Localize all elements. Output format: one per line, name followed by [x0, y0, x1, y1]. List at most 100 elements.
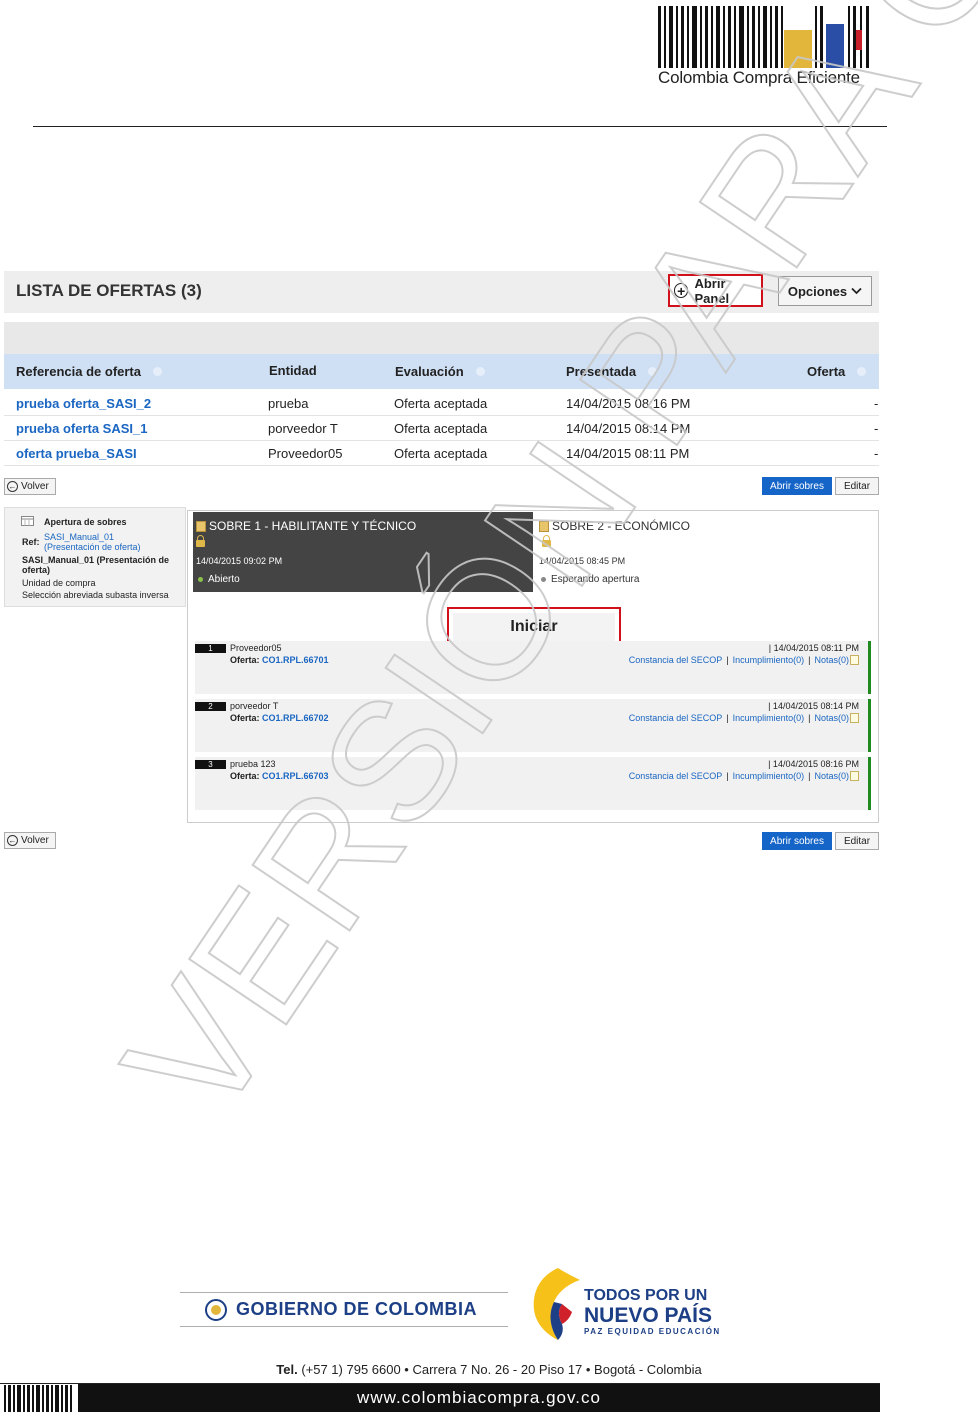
table-row: prueba oferta SASI_1 porveedor T Oferta …	[4, 415, 879, 441]
gobierno-logo: GOBIERNO DE COLOMBIA	[180, 1292, 508, 1327]
status-bar	[868, 641, 871, 694]
column-header-evaluacion[interactable]: Evaluación	[395, 364, 485, 379]
coat-of-arms-icon	[205, 1298, 227, 1321]
table-row: prueba oferta_SASI_2 prueba Oferta acept…	[4, 390, 879, 416]
bidder-name: porveedor T	[230, 701, 279, 711]
plus-circle-icon: +	[674, 283, 689, 298]
ref-label: Ref:	[22, 537, 40, 547]
offer-entity: prueba	[268, 396, 309, 411]
notas-link[interactable]: Notas(0)	[814, 771, 849, 781]
column-header-referencia[interactable]: Referencia de oferta	[16, 364, 162, 379]
envelope-status: Abierto	[208, 574, 240, 585]
offer-entity: porveedor T	[268, 421, 338, 436]
open-envelopes-button[interactable]: Abrir sobres	[762, 477, 832, 495]
notas-link[interactable]: Notas(0)	[814, 713, 849, 723]
status-dot-icon	[541, 577, 546, 582]
lock-icon	[542, 535, 551, 547]
offer-evaluation: Oferta aceptada	[394, 421, 488, 436]
process-reference-card: Apertura de sobres Ref: SASI_Manual_01 (…	[4, 507, 186, 607]
bid-code-link[interactable]: CO1.RPL.66703	[262, 771, 329, 781]
note-icon[interactable]	[850, 713, 859, 723]
edit-button[interactable]: Editar	[835, 477, 879, 495]
offer-entity: Proveedor05	[268, 446, 343, 461]
offer-submitted: 14/04/2015 08:16 PM	[566, 396, 691, 411]
nuevo-pais-emblem-icon	[533, 1268, 580, 1340]
list-item: 1 Proveedor05 Oferta: CO1.RPL.66701 | 14…	[195, 641, 871, 694]
footer-barcode-icon	[4, 1385, 72, 1412]
open-panel-label: Abrir Panel	[694, 275, 730, 306]
back-button[interactable]: ← Volver	[4, 832, 56, 849]
start-button[interactable]: Iniciar	[453, 613, 615, 642]
sort-icon	[857, 367, 867, 376]
constancia-link[interactable]: Constancia del SECOP	[629, 713, 723, 723]
bid-code-link[interactable]: CO1.RPL.66701	[262, 655, 329, 665]
column-header-presentada[interactable]: Presentada	[566, 364, 658, 379]
open-panel-button[interactable]: + Abrir Panel	[668, 274, 763, 307]
ref-link[interactable]: SASI_Manual_01 (Presentación de oferta)	[44, 532, 141, 552]
list-item: 3 prueba 123 Oferta: CO1.RPL.66703 | 14/…	[195, 757, 871, 810]
note-icon[interactable]	[850, 771, 859, 781]
chevron-down-icon	[851, 287, 862, 295]
offer-evaluation: Oferta aceptada	[394, 396, 488, 411]
envelope-tab-2[interactable]: SOBRE 2 - ECONÓMICO 14/04/2015 08:45 PM …	[536, 512, 876, 592]
options-label: Opciones	[787, 283, 848, 299]
list-item: 2 porveedor T Oferta: CO1.RPL.66702 | 14…	[195, 699, 871, 752]
card-title: Apertura de sobres	[44, 517, 127, 527]
offer-value: -	[874, 421, 879, 436]
header-divider	[33, 126, 887, 127]
envelope-title: SOBRE 1 - HABILITANTE Y TÉCNICO	[209, 519, 417, 533]
bidder-name: Proveedor05	[230, 643, 282, 653]
incumplimiento-link[interactable]: Incumplimiento(0)	[733, 655, 805, 665]
open-envelopes-button[interactable]: Abrir sobres	[762, 832, 832, 850]
table-row: oferta prueba_SASI Proveedor05 Oferta ac…	[4, 440, 879, 466]
unlocked-icon	[196, 535, 205, 547]
folder-icon	[539, 520, 549, 532]
incumplimiento-link[interactable]: Incumplimiento(0)	[733, 771, 805, 781]
brand-name: Colombia Compra Eficiente	[658, 68, 860, 87]
offers-table-header: Referencia de oferta Entidad Evaluación …	[4, 354, 879, 389]
status-bar	[868, 757, 871, 810]
column-header-entidad: Entidad	[269, 363, 317, 378]
bidder-name: prueba 123	[230, 759, 276, 769]
options-dropdown-button[interactable]: Opciones	[778, 276, 872, 306]
purchase-unit: Unidad de compra	[22, 578, 96, 588]
sort-icon	[648, 367, 658, 376]
brand-barcode-logo	[658, 6, 869, 68]
edit-button[interactable]: Editar	[835, 832, 879, 850]
bid-number: 1	[195, 644, 226, 653]
envelope-title: SOBRE 2 - ECONÓMICO	[552, 519, 691, 533]
status-dot-icon	[198, 577, 203, 582]
offer-value: -	[874, 396, 879, 411]
offer-evaluation: Oferta aceptada	[394, 446, 488, 461]
offer-reference-link[interactable]: prueba oferta_SASI_2	[16, 396, 151, 411]
note-icon[interactable]	[850, 655, 859, 665]
bid-number: 2	[195, 702, 226, 711]
bid-date: | 14/04/2015 08:14 PM	[768, 701, 859, 711]
bid-date: | 14/04/2015 08:16 PM	[768, 759, 859, 769]
todos-por-un-nuevo-pais-logo: TODOS POR UN NUEVO PAÍS PAZ EQUIDAD EDUC…	[584, 1287, 721, 1336]
offer-reference-link[interactable]: prueba oferta SASI_1	[16, 421, 148, 436]
constancia-link[interactable]: Constancia del SECOP	[629, 771, 723, 781]
status-bar	[868, 699, 871, 752]
envelope-status: Esperando apertura	[551, 574, 640, 585]
filter-strip	[4, 322, 879, 354]
sort-icon	[153, 367, 162, 376]
envelope-date: 14/04/2015 09:02 PM	[196, 556, 283, 566]
folder-icon	[196, 520, 206, 532]
envelope-date: 14/04/2015 08:45 PM	[539, 556, 626, 566]
incumplimiento-link[interactable]: Incumplimiento(0)	[733, 713, 805, 723]
column-header-oferta[interactable]: Oferta	[807, 364, 867, 379]
contact-info: Tel. (+57 1) 795 6600 • Carrera 7 No. 26…	[276, 1362, 702, 1377]
offer-reference-link[interactable]: oferta prueba_SASI	[16, 446, 137, 461]
notas-link[interactable]: Notas(0)	[814, 655, 849, 665]
offer-value: -	[874, 446, 879, 461]
envelope-tab-1[interactable]: SOBRE 1 - HABILITANTE Y TÉCNICO 14/04/20…	[193, 512, 533, 592]
back-button[interactable]: ← Volver	[4, 478, 56, 495]
offer-submitted: 14/04/2015 08:14 PM	[566, 421, 691, 436]
bid-code-link[interactable]: CO1.RPL.66702	[262, 713, 329, 723]
offer-submitted: 14/04/2015 08:11 PM	[566, 446, 690, 461]
calendar-icon	[21, 516, 34, 526]
constancia-link[interactable]: Constancia del SECOP	[629, 655, 723, 665]
process-type: Selección abreviada subasta inversa	[22, 590, 169, 600]
website-banner[interactable]: www.colombiacompra.gov.co	[78, 1384, 880, 1412]
